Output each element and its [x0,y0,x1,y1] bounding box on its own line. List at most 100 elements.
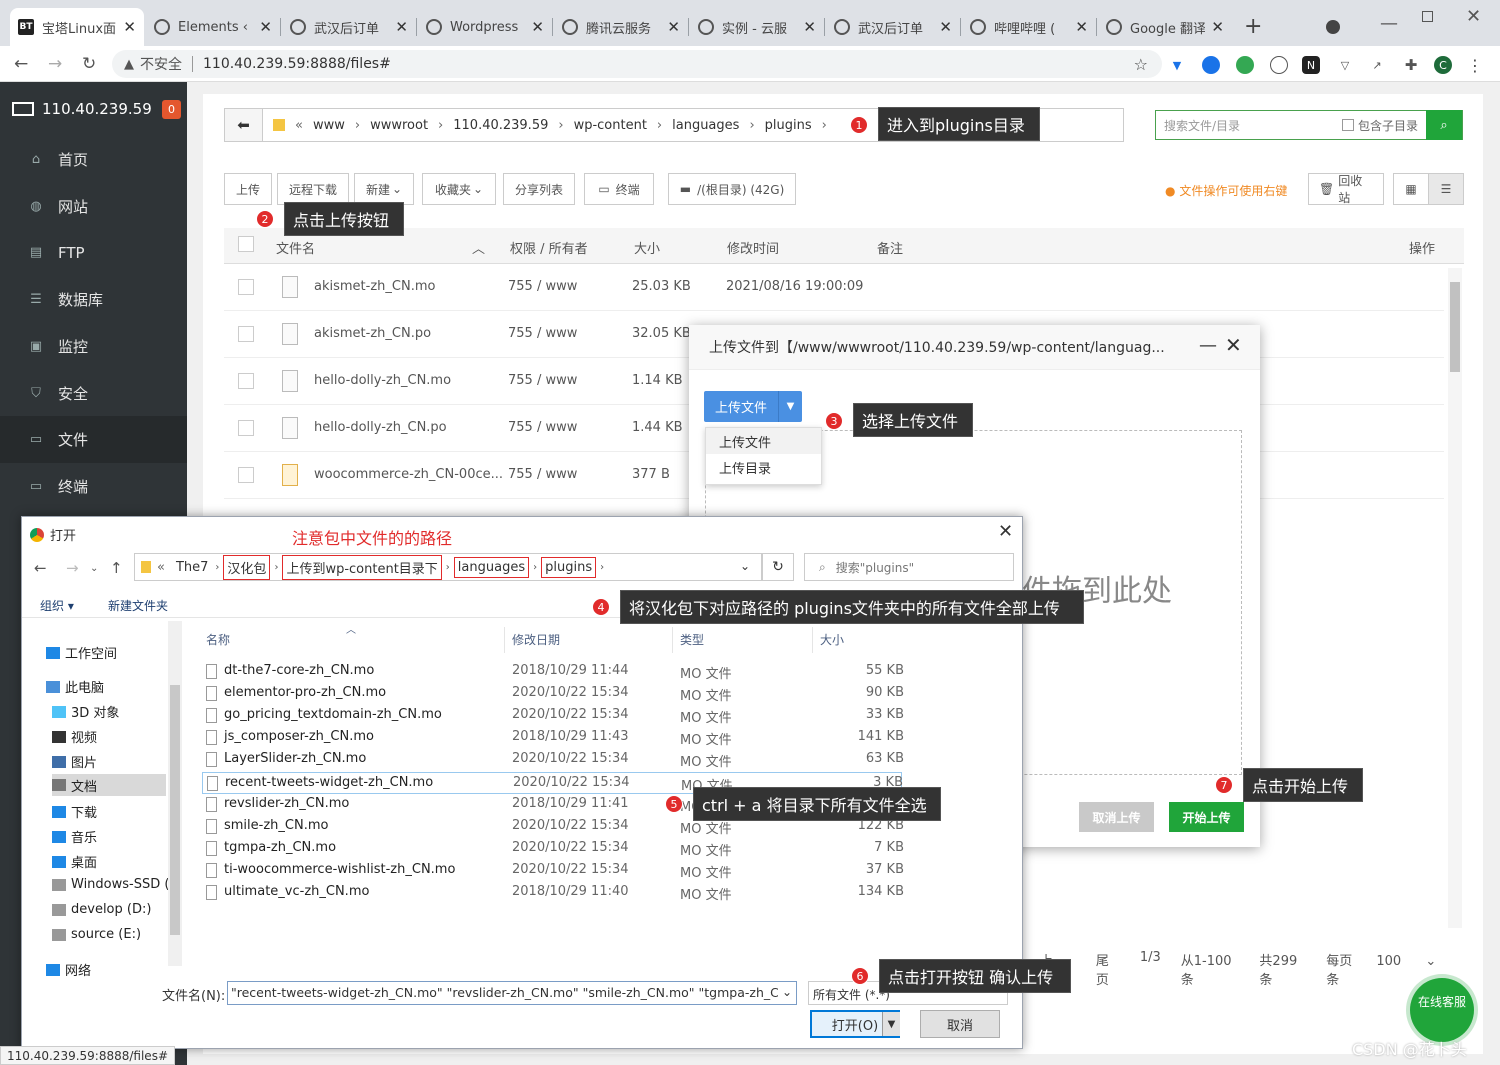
tab-google-translate[interactable]: Google 翻译 ✕ [1098,8,1232,46]
cell-name[interactable]: akismet-zh_CN.mo [314,279,435,294]
url-field[interactable]: ▲ 不安全 110.40.239.59:8888/files# ☆ [112,50,1162,78]
extension-v-icon[interactable]: ▼ [1168,56,1186,74]
cancel-upload-button[interactable]: 取消上传 [1079,802,1154,832]
tab-bt-panel[interactable]: BT 宝塔Linux面 ✕ [10,8,144,46]
sidebar-item-2[interactable]: ▤ FTP [0,229,187,276]
sort-icon[interactable]: ︿ [472,238,485,257]
col-perm[interactable]: 权限 / 所有者 [510,238,588,257]
dialog-cancel-button[interactable]: 取消 [920,1010,1000,1038]
extension-vue-icon[interactable]: ▽ [1336,56,1354,74]
tree-item[interactable]: 网络 [46,960,91,979]
tab-bilibili[interactable]: 哔哩哔哩 (✕ [962,8,1096,46]
tab-close-icon[interactable]: ✕ [531,18,544,36]
col-name[interactable]: 文件名 [276,238,315,257]
row-checkbox[interactable] [238,326,254,342]
upload-button[interactable]: 上传 [224,173,272,205]
tab-instance[interactable]: 实例 - 云服 ✕ [690,8,824,46]
col-type[interactable]: 类型 [680,631,704,648]
col-size[interactable]: 大小 [634,238,660,257]
refresh-icon[interactable]: ↻ [762,553,794,581]
extension-arrow-icon[interactable]: ↗ [1368,56,1386,74]
chevron-right-icon[interactable]: › [600,562,604,573]
sidebar-item-5[interactable]: ⛉ 安全 [0,370,187,417]
back-arrow-icon[interactable]: ⬅ [225,109,263,141]
organize-menu[interactable]: 组织 ▾ [40,597,74,614]
dialog-search-input[interactable]: ⌕ 搜索"plugins" [804,553,1014,581]
tree-item[interactable]: 工作空间 [46,643,117,662]
chevron-right-icon[interactable]: › [533,562,537,573]
upload-file-button[interactable]: 上传文件 ▼ [704,391,802,422]
col-date[interactable]: 修改日期 [512,631,560,648]
tab-order-1[interactable]: 武汉后订单 ✕ [282,8,416,46]
menu-upload-dir[interactable]: 上传目录 [706,454,821,480]
select-all-checkbox[interactable] [238,236,254,252]
tree-item[interactable]: develop (D:) [52,902,151,917]
profile-avatar[interactable]: C [1434,56,1452,74]
message-badge[interactable]: 0 [162,100,181,119]
subdir-checkbox[interactable]: 包含子目录 [1341,117,1426,134]
path-segment[interactable]: languages [453,556,530,578]
path-segment[interactable]: plugins [541,556,597,578]
tab-close-icon[interactable]: ✕ [939,18,952,36]
path-segment[interactable]: The7 [173,558,211,577]
chevron-right-icon[interactable]: › [215,562,219,573]
list-item[interactable]: dt-the7-core-zh_CN.mo 2018/10/29 11:44 MO … [202,661,904,683]
crumb-item[interactable]: plugins [765,118,812,133]
col-size[interactable]: 大小 [820,631,844,648]
extension-blue-icon[interactable] [1202,56,1220,74]
start-upload-button[interactable]: 开始上传 [1169,802,1244,832]
list-item[interactable]: tgmpa-zh_CN.mo 2020/10/22 15:34 MO 文件 7 KB [202,838,904,860]
tree-scrollbar[interactable] [168,621,182,966]
crumb-item[interactable]: wwwroot [370,118,428,133]
tab-close-icon[interactable]: ✕ [259,18,272,36]
list-item[interactable]: ultimate_vc-zh_CN.mo 2018/10/29 11:40 MO 文… [202,882,904,904]
tab-close-icon[interactable]: ✕ [1211,18,1224,36]
reload-icon[interactable]: ↻ [82,54,96,74]
notion-icon[interactable]: N [1302,56,1320,74]
path-segment[interactable]: 上传到wp-content目录下 [282,554,442,580]
tree-item[interactable]: 音乐 [52,827,97,846]
list-item[interactable]: js_composer-zh_CN.mo 2018/10/29 11:43 MO 文… [202,727,904,749]
online-service-button[interactable]: 在线客服 [1410,978,1474,1042]
tab-wordpress[interactable]: Wordpress ✕ [418,8,552,46]
favorites-button[interactable]: 收藏夹 ⌄ [422,173,496,205]
row-checkbox[interactable] [238,373,254,389]
remote-download-button[interactable]: 远程下载 [277,173,349,205]
tab-close-icon[interactable]: ✕ [803,18,816,36]
tree-scroll-thumb[interactable] [170,685,180,935]
row-checkbox[interactable] [238,279,254,295]
menu-upload-file[interactable]: 上传文件 [706,428,821,454]
path-prefix[interactable]: « [157,560,165,575]
scroll-thumb[interactable] [1450,282,1460,372]
puzzle-icon[interactable]: ✚ [1402,56,1420,74]
table-row[interactable]: akismet-zh_CN.mo 755 / www 25.03 KB 2021/08… [224,264,1444,311]
chevron-right-icon[interactable]: › [446,562,450,573]
path-dropdown-icon[interactable]: ⌄ [740,559,750,573]
tab-elements[interactable]: Elements ‹ ✕ [146,8,280,46]
dialog-close-icon[interactable]: ✕ [998,521,1013,542]
tree-item[interactable]: 图片 [52,752,97,771]
cell-name[interactable]: akismet-zh_CN.po [314,326,431,341]
crumb-item[interactable]: wp-content [574,118,647,133]
search-button[interactable]: ⌕ [1426,110,1462,140]
recent-dropdown-icon[interactable]: ⌄ [90,563,98,574]
row-checkbox[interactable] [238,467,254,483]
tab-close-icon[interactable]: ✕ [395,18,408,36]
bookmark-star-icon[interactable]: ☆ [1134,55,1148,74]
crumb-item[interactable]: www [313,118,345,133]
path-segment[interactable]: 汉化包 [223,554,271,580]
list-item[interactable]: LayerSlider-zh_CN.mo 2020/10/22 15:34 MO 文… [202,749,904,771]
tab-order-2[interactable]: 武汉后订单 ✕ [826,8,960,46]
crumb-item[interactable]: 110.40.239.59 [453,118,548,133]
cell-name[interactable]: hello-dolly-zh_CN.mo [314,373,451,388]
upload-file-label[interactable]: 上传文件 [704,391,778,422]
caret-down-icon[interactable]: ▼ [778,391,802,422]
share-list-button[interactable]: 分享列表 [503,173,575,205]
sidebar-item-0[interactable]: ⌂ 首页 [0,136,187,183]
sidebar-item-6[interactable]: ▭ 文件 [0,416,187,464]
filename-input[interactable]: "recent-tweets-widget-zh_CN.mo" "revslid… [228,982,778,1004]
terminal-button[interactable]: ▭ 终端 [584,173,654,205]
tab-close-icon[interactable]: ✕ [1075,18,1088,36]
tree-item[interactable]: source (E:) [52,927,141,942]
modal-close-icon[interactable]: ✕ [1225,333,1242,357]
